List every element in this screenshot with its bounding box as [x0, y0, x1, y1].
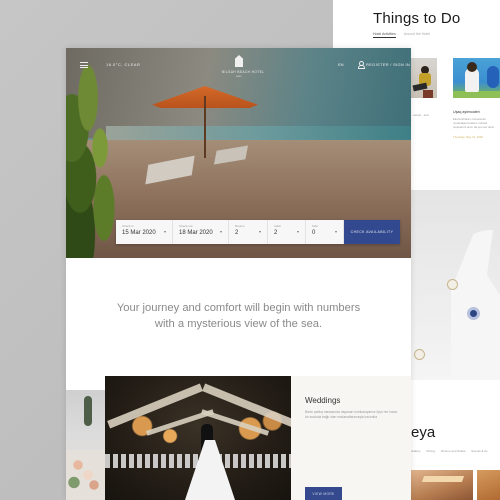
room-photo[interactable]: [477, 470, 500, 500]
tab-around-the-hotel[interactable]: Around the Hotel: [404, 32, 430, 38]
rooms-select[interactable]: Rooms 2 ▾: [229, 220, 268, 244]
activity-card: Uşaq aylencaleri Elementhalum consectetu…: [453, 110, 500, 139]
weddings-title: Weddings: [305, 396, 341, 405]
photo-detail: [66, 450, 106, 500]
nav-gallery[interactable]: Gallery: [411, 449, 421, 453]
checkin-field[interactable]: Check in 15 Mar 2020 ▾: [116, 220, 173, 244]
photo-detail: [487, 66, 499, 88]
weather-info: 16.0°C, CLEAR: [106, 62, 141, 67]
adult-select[interactable]: Adult 2 ▾: [268, 220, 306, 244]
field-label: Adult: [274, 224, 281, 228]
chevron-down-icon: ▾: [258, 229, 261, 234]
weddings-description: Bizim şadlıq masasında dayanan kombaniya…: [305, 410, 398, 420]
logo-name: BILGAH BEACH HOTEL: [222, 70, 265, 74]
activity-title[interactable]: Uşaq aylencaleri: [453, 110, 500, 114]
menu-icon[interactable]: [80, 62, 88, 68]
tagline-line-2: with a mysterious view of the sea.: [154, 318, 323, 330]
things-to-do-title: Things to Do: [373, 10, 461, 27]
room-photo[interactable]: [411, 470, 473, 500]
tagline: Your journey and comfort will begin with…: [66, 300, 411, 332]
field-label: Rooms: [235, 224, 245, 228]
check-availability-button[interactable]: CHECK AVAILABILITY: [344, 220, 400, 244]
photo-detail: [423, 90, 433, 98]
field-value: 18 Mar 2020: [179, 230, 213, 236]
activity-snippet: ...actual ...tual: [411, 113, 429, 117]
weddings-panel: Weddings Bizim şadlıq masasında dayanan …: [291, 376, 411, 500]
tagline-line-1: Your journey and comfort will begin with…: [116, 302, 361, 314]
language-selector[interactable]: EN: [338, 62, 344, 67]
tab-hotel-activities[interactable]: Hotel Activities: [373, 32, 396, 38]
user-icon[interactable]: [358, 61, 365, 69]
photo-detail: [421, 476, 465, 482]
nav-rooms-and-suites[interactable]: Rooms and Suites: [441, 449, 466, 453]
hotel-logo[interactable]: BILGAH BEACH HOTEL BAKU: [222, 55, 265, 78]
checkout-field[interactable]: Check out 18 Mar 2020 ▾: [173, 220, 229, 244]
activity-photo-kids[interactable]: [453, 58, 500, 98]
field-label: Check out: [179, 224, 193, 228]
field-label: Check in: [122, 224, 134, 228]
chevron-down-icon: ▾: [334, 229, 337, 234]
section-title: eya: [411, 424, 436, 441]
activity-photo-reading[interactable]: [411, 58, 437, 98]
nav-dining[interactable]: Dining: [427, 449, 436, 453]
kids-select[interactable]: Kids 0 ▾: [306, 220, 344, 244]
map-pin-icon[interactable]: [447, 279, 458, 290]
register-signin-link[interactable]: REGISTER / SIGN IN: [366, 62, 410, 67]
field-label: Kids: [312, 224, 318, 228]
nav-events[interactable]: Events & Ac: [472, 449, 488, 453]
field-value: 2: [235, 230, 239, 236]
location-map[interactable]: [411, 190, 500, 380]
top-navigation: 16.0°C, CLEAR BILGAH BEACH HOTEL BAKU EN…: [66, 48, 411, 88]
activity-date: Thursday, May 21, 2020: [453, 134, 483, 139]
logo-icon: [235, 55, 243, 67]
map-land: [451, 230, 500, 380]
activity-description: Elementhalum consectetur moderaljeprovid…: [453, 117, 495, 130]
hotel-homepage: 16.0°C, CLEAR BILGAH BEACH HOTEL BAKU EN…: [66, 48, 411, 500]
photo-detail: [453, 91, 500, 98]
chevron-down-icon: ▾: [219, 229, 222, 234]
view-more-button[interactable]: VIEW MORE: [305, 487, 342, 500]
hero-banner: 16.0°C, CLEAR BILGAH BEACH HOTEL BAKU EN…: [66, 48, 411, 258]
wedding-photo[interactable]: [105, 376, 291, 500]
logo-subtitle: BAKU: [236, 76, 242, 78]
chevron-down-icon: ▾: [163, 229, 166, 234]
map-pin-icon[interactable]: [414, 349, 425, 360]
hotel-pin-icon[interactable]: [467, 307, 480, 320]
field-value: 15 Mar 2020: [122, 230, 156, 236]
booking-bar: Check in 15 Mar 2020 ▾ Check out 18 Mar …: [116, 220, 400, 244]
photo-detail: [467, 62, 477, 72]
floral-photo: [66, 390, 106, 500]
activity-tabs: Hotel Activities Around the Hotel: [373, 32, 430, 38]
umbrella-pole: [204, 96, 206, 158]
chevron-down-icon: ▾: [296, 229, 299, 234]
photo-detail: [84, 396, 92, 426]
section-nav: Gallery Dining Rooms and Suites Events &…: [411, 449, 488, 453]
